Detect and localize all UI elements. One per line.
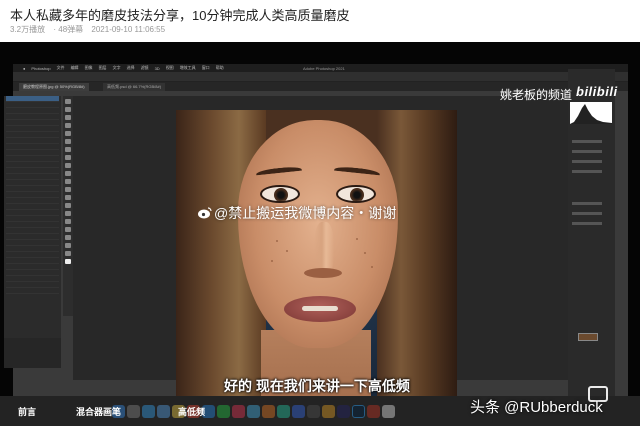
gradient-icon[interactable] [65, 187, 71, 192]
property-slider[interactable] [572, 150, 602, 153]
doc-tab-active[interactable]: 磨皮教程原图.jpg @ 50%(RGB/8#) [19, 83, 89, 91]
menu-app[interactable]: Photoshop [31, 66, 50, 71]
weibo-icon [198, 207, 212, 219]
eraser-icon[interactable] [65, 179, 71, 184]
magic-wand-icon[interactable] [65, 123, 71, 128]
property-slider[interactable] [572, 222, 602, 225]
options-bar [13, 72, 628, 82]
page: 本人私藏多年的磨皮技法分享，10分钟完成人类高质量磨皮 3.2万播放 · 48弹… [0, 0, 640, 426]
property-slider[interactable] [572, 140, 602, 143]
bilibili-logo: bilibili [576, 84, 618, 99]
shape-tool-icon[interactable] [65, 235, 71, 240]
marquee-tool-icon[interactable] [65, 107, 71, 112]
chapter-intro[interactable]: 前言 [18, 405, 36, 418]
menu-layer[interactable]: 图层 [99, 65, 107, 71]
property-slider[interactable] [572, 212, 602, 215]
chapter-frequency[interactable]: 高低频 [178, 405, 205, 418]
publish-date: 2021-09-10 11:06:55 [91, 25, 166, 34]
pen-tool-icon[interactable] [65, 211, 71, 216]
menu-select[interactable]: 选择 [127, 65, 135, 71]
weibo-watermark: @禁止搬运我微博内容・谢谢 [198, 203, 396, 223]
menu-plugins[interactable]: 增效工具 [180, 65, 196, 71]
menu-window[interactable]: 窗口 [202, 65, 210, 71]
lasso-tool-icon[interactable] [65, 115, 71, 120]
tools-panel [63, 96, 73, 316]
portrait-image[interactable] [176, 110, 457, 403]
color-swatch-icon[interactable] [65, 259, 71, 264]
property-slider[interactable] [572, 202, 602, 205]
video-meta: 3.2万播放 · 48弹幕 2021-09-10 11:06:55 [10, 24, 171, 35]
video-title[interactable]: 本人私藏多年的磨皮技法分享，10分钟完成人类高质量磨皮 [10, 5, 349, 24]
apple-icon: ● [23, 65, 26, 71]
window-title: Adobe Photoshop 2021 [303, 65, 345, 71]
danmaku-count: · 48弹幕 [53, 25, 84, 34]
menu-help[interactable]: 帮助 [216, 65, 224, 71]
menu-3d[interactable]: 3D [155, 66, 160, 71]
property-slider[interactable] [572, 160, 602, 163]
doc-tab-secondary[interactable]: 高低频.psd @ 66.7%(RGB/8#) [103, 83, 166, 91]
chapter-mixer-brush[interactable]: 混合器画笔 [76, 405, 121, 418]
crop-tool-icon[interactable] [65, 131, 71, 136]
article-header: 本人私藏多年的磨皮技法分享，10分钟完成人类高质量磨皮 3.2万播放 · 48弹… [0, 0, 640, 42]
menu-view[interactable]: 视图 [166, 65, 174, 71]
layer-thumbnail[interactable] [578, 333, 598, 341]
move-tool-icon[interactable] [65, 99, 71, 104]
left-eye [260, 185, 300, 203]
menu-file[interactable]: 文件 [57, 65, 65, 71]
property-slider[interactable] [572, 170, 602, 173]
zoom-tool-icon[interactable] [65, 251, 71, 256]
panel-row[interactable] [6, 288, 59, 294]
stamp-tool-icon[interactable] [65, 163, 71, 168]
brush-tool-icon[interactable] [65, 155, 71, 160]
menu-type[interactable]: 文字 [113, 65, 121, 71]
eyedropper-icon[interactable] [65, 139, 71, 144]
menu-image[interactable]: 图像 [85, 65, 93, 71]
view-count: 3.2万播放 [10, 25, 46, 34]
right-eye [336, 185, 376, 203]
dodge-tool-icon[interactable] [65, 203, 71, 208]
channel-name: 姚老板的频道 [500, 88, 573, 102]
history-panel [4, 96, 61, 351]
menu-filter[interactable]: 滤镜 [141, 65, 149, 71]
history-brush-icon[interactable] [65, 171, 71, 176]
blur-tool-icon[interactable] [65, 195, 71, 200]
histogram [570, 102, 612, 124]
sub-panel [4, 338, 61, 368]
watermark-text: @禁止搬运我微博内容・谢谢 [214, 205, 397, 221]
healing-brush-icon[interactable] [65, 147, 71, 152]
type-tool-icon[interactable] [65, 219, 71, 224]
hand-tool-icon[interactable] [65, 243, 71, 248]
menu-edit[interactable]: 编辑 [71, 65, 79, 71]
path-select-icon[interactable] [65, 227, 71, 232]
toutiao-credit: 头条 @RUbberduck [470, 399, 603, 416]
video-caption: 好的 现在我们来讲一下高低频 [224, 378, 410, 394]
mac-menubar: ● Photoshop 文件 编辑 图像 图层 文字 选择 滤镜 3D 视图 增… [13, 64, 628, 72]
